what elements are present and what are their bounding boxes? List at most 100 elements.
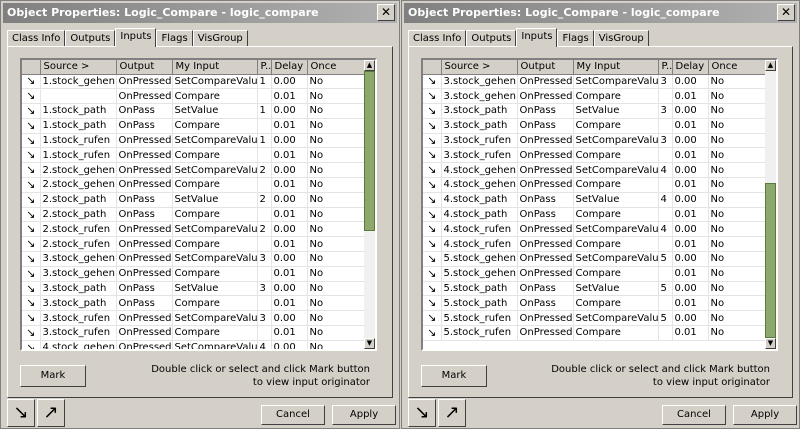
apply-button[interactable]: Apply bbox=[332, 405, 396, 425]
scroll-thumb[interactable] bbox=[765, 183, 776, 338]
scroll-down-button[interactable]: ▼ bbox=[364, 338, 375, 349]
table-row[interactable]: ↘ 5.stock_rufen OnPressed Compare 0.01 No bbox=[423, 325, 770, 341]
tab-class-info[interactable]: Class Info bbox=[408, 30, 467, 47]
connection-icon: ↘ bbox=[22, 162, 41, 179]
cell-delay: 0.00 bbox=[271, 340, 308, 349]
column-header-my-input[interactable]: My Input bbox=[172, 60, 258, 75]
table-row[interactable]: ↘ 3.stock_path OnPass SetValue 3 0.00 No bbox=[423, 103, 770, 119]
table-row[interactable]: ↘ 5.stock_path OnPass Compare 0.01 No bbox=[423, 295, 770, 312]
tab-visgroup[interactable]: VisGroup bbox=[192, 30, 248, 47]
table-row[interactable]: ↘ 1.stock_gehen OnPressed SetCompareValue 1 0… bbox=[22, 74, 369, 90]
column-header-my-input[interactable]: My Input bbox=[573, 60, 659, 75]
mark-button[interactable]: Mark bbox=[421, 365, 487, 387]
cell-my-input: Compare bbox=[573, 236, 659, 253]
vertical-scrollbar[interactable]: ▲ ▼ bbox=[364, 60, 375, 349]
column-header-parameter[interactable]: P.. bbox=[257, 60, 272, 75]
vertical-scrollbar[interactable]: ▲ ▼ bbox=[765, 60, 776, 349]
scroll-down-button[interactable]: ▼ bbox=[765, 338, 776, 349]
table-row[interactable]: ↘ 2.stock_gehen OnPressed SetCompareValue 2 0… bbox=[22, 162, 369, 179]
table-row[interactable]: ↘ 4.stock_rufen OnPressed SetCompareValue 4 0… bbox=[423, 221, 770, 238]
table-row[interactable]: ↘ 3.stock_rufen OnPressed Compare 0.01 No bbox=[423, 147, 770, 164]
cell-delay: 0.01 bbox=[271, 177, 308, 193]
table-row[interactable]: ↘ 5.stock_rufen OnPressed SetCompareValue 5 0… bbox=[423, 310, 770, 327]
tab-inputs[interactable]: Inputs bbox=[516, 28, 558, 47]
entity-output-icon[interactable]: ↗ bbox=[37, 399, 65, 427]
table-row[interactable]: ↘ 2.stock_path OnPass Compare 0.01 No bbox=[22, 207, 369, 223]
cancel-button[interactable]: Cancel bbox=[662, 405, 726, 425]
table-row[interactable]: ↘ 3.stock_gehen OnPressed SetCompareValue 3 0… bbox=[22, 251, 369, 267]
inputs-list[interactable]: Source > Output My Input P.. Delay Once … bbox=[20, 58, 377, 351]
cell-parameter bbox=[658, 295, 673, 312]
apply-button[interactable]: Apply bbox=[733, 405, 797, 425]
column-header-once[interactable]: Once bbox=[708, 60, 770, 75]
tab-flags[interactable]: Flags bbox=[557, 30, 594, 47]
cell-delay: 0.01 bbox=[271, 118, 308, 134]
cell-parameter: 3 bbox=[257, 281, 272, 297]
table-row[interactable]: ↘ 1.stock_rufen OnPressed SetCompareValue 1 0… bbox=[22, 133, 369, 149]
table-row[interactable]: ↘ 3.stock_gehen OnPressed Compare 0.01 No bbox=[22, 266, 369, 282]
column-header-source[interactable]: Source > bbox=[441, 60, 518, 75]
tab-inputs[interactable]: Inputs bbox=[115, 28, 157, 47]
connection-icon: ↘ bbox=[22, 118, 41, 134]
table-row[interactable]: ↘ 1.stock_path OnPass Compare 0.01 No bbox=[22, 118, 369, 134]
table-row[interactable]: ↘ 5.stock_gehen OnPressed Compare 0.01 No bbox=[423, 266, 770, 282]
cell-once: No bbox=[708, 88, 770, 105]
table-row[interactable]: ↘ 3.stock_gehen OnPressed SetCompareValue 3 0… bbox=[423, 74, 770, 90]
scroll-up-button[interactable]: ▲ bbox=[364, 60, 375, 71]
scroll-thumb[interactable] bbox=[364, 71, 375, 232]
table-row[interactable]: ↘ 2.stock_rufen OnPressed SetCompareValue 2 0… bbox=[22, 221, 369, 238]
column-header-delay[interactable]: Delay bbox=[672, 60, 709, 75]
table-row[interactable]: ↘ 2.stock_path OnPass SetValue 2 0.00 No bbox=[22, 192, 369, 208]
tab-class-info[interactable]: Class Info bbox=[7, 30, 66, 47]
column-header-output[interactable]: Output bbox=[517, 60, 574, 75]
entity-input-icon[interactable]: ↘ bbox=[7, 399, 35, 427]
cell-output: OnPass bbox=[517, 207, 574, 223]
table-row[interactable]: ↘ 4.stock_gehen OnPressed Compare 0.01 No bbox=[423, 177, 770, 193]
table-row[interactable]: ↘ OnPressed Compare 0.01 No bbox=[22, 88, 369, 105]
table-row[interactable]: ↘ 2.stock_rufen OnPressed Compare 0.01 No bbox=[22, 236, 369, 253]
cell-source: 1.stock_path bbox=[40, 103, 117, 119]
tab-visgroup[interactable]: VisGroup bbox=[593, 30, 649, 47]
table-row[interactable]: ↘ 3.stock_rufen OnPressed SetCompareValue 3 0… bbox=[22, 310, 369, 327]
table-row[interactable]: ↘ 2.stock_gehen OnPressed Compare 0.01 No bbox=[22, 177, 369, 193]
table-row[interactable]: ↘ 4.stock_gehen OnPressed SetCompareValue 4 0… bbox=[423, 162, 770, 179]
tab-flags[interactable]: Flags bbox=[156, 30, 193, 47]
cell-output: OnPass bbox=[517, 295, 574, 312]
column-header-parameter[interactable]: P.. bbox=[658, 60, 673, 75]
cancel-button[interactable]: Cancel bbox=[261, 405, 325, 425]
tab-outputs[interactable]: Outputs bbox=[65, 30, 116, 47]
table-row[interactable]: ↘ 3.stock_path OnPass Compare 0.01 No bbox=[423, 118, 770, 134]
cell-source: 5.stock_gehen bbox=[441, 251, 518, 267]
tab-outputs[interactable]: Outputs bbox=[466, 30, 517, 47]
table-row[interactable]: ↘ 4.stock_path OnPass Compare 0.01 No bbox=[423, 207, 770, 223]
column-header-output[interactable]: Output bbox=[116, 60, 173, 75]
inputs-list[interactable]: Source > Output My Input P.. Delay Once … bbox=[421, 58, 778, 351]
table-row[interactable]: ↘ 5.stock_path OnPass SetValue 5 0.00 No bbox=[423, 281, 770, 297]
mark-button[interactable]: Mark bbox=[20, 365, 86, 387]
entity-output-icon[interactable]: ↗ bbox=[438, 399, 466, 427]
column-header-delay[interactable]: Delay bbox=[271, 60, 308, 75]
scroll-up-button[interactable]: ▲ bbox=[765, 60, 776, 71]
table-row[interactable]: ↘ 4.stock_path OnPass SetValue 4 0.00 No bbox=[423, 192, 770, 208]
table-row[interactable]: ↘ 5.stock_gehen OnPressed SetCompareValue 5 0… bbox=[423, 251, 770, 267]
table-row[interactable]: ↘ 1.stock_rufen OnPressed Compare 0.01 No bbox=[22, 147, 369, 164]
cell-my-input: SetCompareValue bbox=[573, 74, 659, 90]
table-row[interactable]: ↘ 1.stock_path OnPass SetValue 1 0.00 No bbox=[22, 103, 369, 119]
connection-icon: ↘ bbox=[423, 310, 442, 327]
cell-my-input: SetCompareValue bbox=[573, 221, 659, 238]
column-header-once[interactable]: Once bbox=[307, 60, 369, 75]
close-button[interactable]: ✕ bbox=[377, 4, 395, 21]
column-header-source[interactable]: Source > bbox=[40, 60, 117, 75]
table-row[interactable]: ↘ 4.stock_rufen OnPressed Compare 0.01 No bbox=[423, 236, 770, 253]
entity-input-icon[interactable]: ↘ bbox=[408, 399, 436, 427]
connection-icon: ↘ bbox=[423, 221, 442, 238]
table-row[interactable]: ↘ 3.stock_gehen OnPressed Compare 0.01 No bbox=[423, 88, 770, 105]
close-button[interactable]: ✕ bbox=[777, 4, 795, 21]
table-row[interactable]: ↘ 4.stock_gehen OnPressed SetCompareValue 4 0… bbox=[22, 340, 369, 349]
table-row[interactable]: ↘ 3.stock_path OnPass Compare 0.01 No bbox=[22, 295, 369, 312]
list-header: Source > Output My Input P.. Delay Once bbox=[22, 60, 369, 75]
table-row[interactable]: ↘ 3.stock_rufen OnPressed SetCompareValue 3 0… bbox=[423, 133, 770, 149]
table-row[interactable]: ↘ 3.stock_rufen OnPressed Compare 0.01 No bbox=[22, 325, 369, 341]
table-row[interactable]: ↘ 3.stock_path OnPass SetValue 3 0.00 No bbox=[22, 281, 369, 297]
cell-delay: 0.00 bbox=[672, 74, 709, 90]
